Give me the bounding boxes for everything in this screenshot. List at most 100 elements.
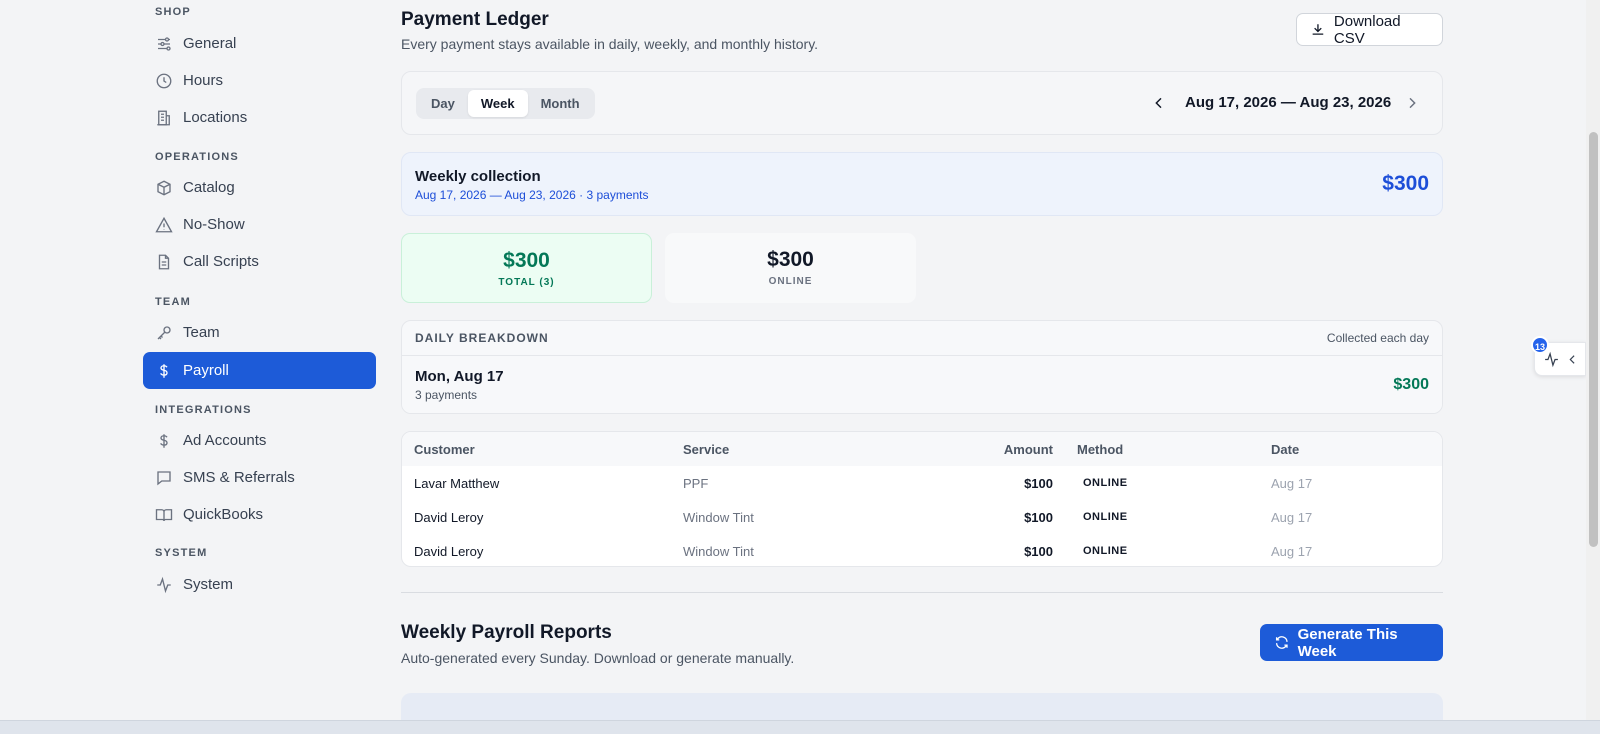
cell-date: Aug 17	[1271, 543, 1313, 559]
stat-online-value: $300	[767, 248, 814, 271]
sidebar-item-locations[interactable]: Locations	[143, 99, 376, 136]
chevron-left-icon[interactable]	[1151, 95, 1167, 111]
sidebar-item-system[interactable]: System	[143, 566, 376, 603]
breakdown-day-row[interactable]: Mon, Aug 17 3 payments $300	[402, 356, 1442, 413]
sidebar-item-label: No-Show	[183, 216, 245, 233]
reports-title: Weekly Payroll Reports	[401, 622, 612, 643]
sidebar-item-quickbooks[interactable]: QuickBooks	[143, 496, 376, 533]
payments-table: Customer Service Amount Method Date Lava…	[401, 431, 1443, 567]
stat-online: $300 ONLINE	[665, 233, 916, 303]
stat-total: $300 TOTAL (3)	[401, 233, 652, 303]
cell-amount: $100	[1024, 509, 1053, 525]
dollar-icon	[160, 433, 168, 448]
sidebar-item-payroll[interactable]: Payroll	[143, 352, 376, 389]
sidebar-section-integrations: INTEGRATIONS	[155, 404, 252, 416]
sidebar-item-team[interactable]: Team	[143, 314, 376, 351]
breakdown-header: DAILY BREAKDOWN Collected each day	[402, 321, 1442, 356]
sidebar-item-no-show[interactable]: No-Show	[143, 206, 376, 243]
stat-total-value: $300	[503, 249, 550, 272]
weekly-collection-detail: Aug 17, 2026 — Aug 23, 2026 · 3 payments	[415, 188, 649, 202]
cell-method: ONLINE	[1083, 477, 1128, 489]
tab-day[interactable]: Day	[418, 90, 468, 117]
sidebar-item-hours[interactable]: Hours	[143, 62, 376, 99]
daily-breakdown: DAILY BREAKDOWN Collected each day Mon, …	[401, 320, 1443, 414]
col-method: Method	[1077, 441, 1124, 457]
col-amount: Amount	[1003, 441, 1053, 457]
tab-week[interactable]: Week	[467, 90, 528, 117]
generate-label: Generate This Week	[1297, 625, 1398, 660]
generate-this-week-button[interactable]: Generate This Week	[1260, 624, 1443, 661]
tab-month[interactable]: Month	[528, 90, 593, 117]
sidebar-item-call-scripts[interactable]: Call Scripts	[143, 243, 376, 280]
sidebar-item-label: Catalog	[183, 179, 235, 196]
book-icon	[155, 508, 173, 521]
table-row[interactable]: Lavar Matthew PPF $100 ONLINE Aug 17	[402, 466, 1442, 500]
sidebar-item-catalog[interactable]: Catalog	[143, 169, 376, 206]
sidebar-section-system: SYSTEM	[155, 547, 208, 559]
sidebar-item-label: Call Scripts	[183, 253, 259, 270]
sliders-icon	[158, 36, 171, 51]
breakdown-count: 3 payments	[415, 388, 478, 402]
refresh-icon	[1275, 636, 1288, 649]
breakdown-day: Mon, Aug 17	[415, 368, 504, 385]
col-date: Date	[1271, 441, 1300, 457]
chat-icon	[157, 470, 171, 485]
reports-subtitle: Auto-generated every Sunday. Download or…	[401, 650, 795, 666]
cell-amount: $100	[1024, 475, 1053, 491]
sidebar-section-team: TEAM	[155, 296, 191, 308]
activity-icon	[1545, 351, 1558, 368]
sidebar-item-label: General	[183, 35, 237, 52]
page-subtitle: Every payment stays available in daily, …	[401, 36, 819, 52]
page-title: Payment Ledger	[401, 9, 549, 30]
weekly-collection-amount: $300	[1382, 172, 1429, 195]
cell-customer: David Leroy	[414, 543, 484, 559]
period-selector: Day Week Month Aug 17, 2026 — Aug 23, 20…	[401, 71, 1443, 135]
date-range: Aug 17, 2026 — Aug 23, 2026	[1185, 94, 1392, 111]
weekly-collection-card: Weekly collection Aug 17, 2026 — Aug 23,…	[401, 152, 1443, 216]
download-csv-button[interactable]: Download CSV	[1296, 12, 1443, 47]
sidebar-item-label: SMS & Referrals	[183, 469, 295, 486]
clock-icon	[156, 73, 172, 88]
period-tabs: Day Week Month	[416, 88, 595, 119]
cell-date: Aug 17	[1271, 509, 1313, 525]
taskbar	[0, 720, 1600, 734]
breakdown-title: DAILY BREAKDOWN	[415, 331, 549, 345]
weekly-collection-title: Weekly collection	[415, 168, 541, 185]
cell-method: ONLINE	[1083, 511, 1128, 523]
stat-online-label: ONLINE	[768, 276, 813, 287]
table-row[interactable]: David Leroy Window Tint $100 ONLINE Aug …	[402, 500, 1442, 534]
breakdown-amount: $300	[1393, 376, 1429, 393]
sidebar-item-label: System	[183, 576, 234, 593]
scrollbar[interactable]	[1586, 0, 1600, 720]
scrollbar-thumb[interactable]	[1589, 132, 1598, 547]
sidebar-item-label: Team	[183, 324, 220, 341]
cell-customer: Lavar Matthew	[414, 475, 500, 491]
key-icon	[157, 325, 171, 339]
stat-total-label: TOTAL (3)	[498, 277, 555, 288]
col-service: Service	[683, 441, 730, 457]
table-header-row: Customer Service Amount Method Date	[402, 432, 1442, 466]
table-row[interactable]: David Leroy Window Tint $100 ONLINE Aug …	[402, 534, 1442, 566]
activity-widget[interactable]: 13	[1531, 336, 1586, 376]
sidebar-item-ad-accounts[interactable]: Ad Accounts	[143, 422, 376, 459]
sidebar-item-label: QuickBooks	[183, 506, 264, 523]
sidebar-section-operations: OPERATIONS	[155, 151, 239, 163]
chevron-right-icon[interactable]	[1404, 95, 1420, 111]
cell-service: PPF	[683, 475, 709, 491]
sidebar-item-general[interactable]: General	[143, 25, 376, 62]
dollar-icon	[160, 363, 168, 378]
sidebar-section-shop: SHOP	[155, 6, 191, 18]
reports-panel	[401, 693, 1443, 720]
activity-icon	[157, 576, 171, 593]
cell-customer: David Leroy	[414, 509, 484, 525]
cell-amount: $100	[1024, 543, 1053, 559]
sidebar-item-label: Ad Accounts	[183, 432, 267, 449]
box-icon	[157, 179, 171, 196]
divider	[401, 592, 1443, 593]
cell-service: Window Tint	[683, 509, 754, 525]
sidebar-item-sms-referrals[interactable]: SMS & Referrals	[143, 459, 376, 496]
building-icon	[157, 110, 170, 125]
download-csv-label: Download CSV	[1333, 12, 1401, 47]
document-icon	[158, 254, 170, 269]
sidebar-item-label: Payroll	[183, 362, 229, 379]
